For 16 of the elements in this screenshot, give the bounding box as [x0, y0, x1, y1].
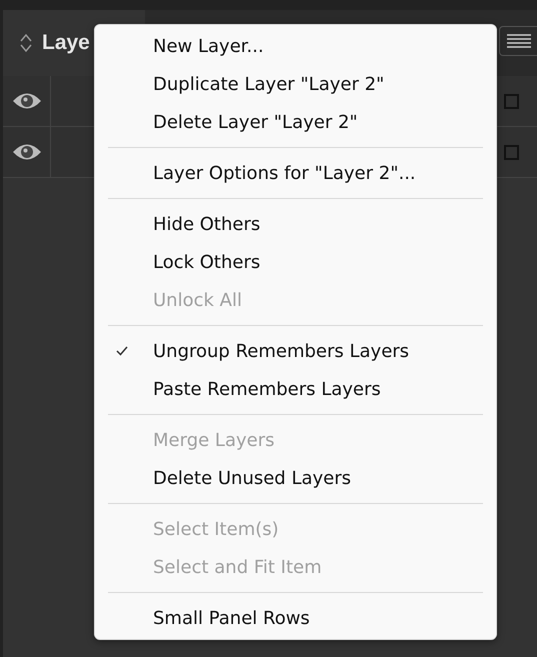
menu-item[interactable]: Paste Remembers Layers: [95, 370, 496, 408]
eye-icon: [12, 143, 42, 161]
menu-item[interactable]: Hide Others: [95, 205, 496, 243]
menu-item[interactable]: Delete Unused Layers: [95, 459, 496, 497]
menu-item[interactable]: Small Panel Rows: [95, 599, 496, 637]
menu-icon[interactable]: [499, 26, 537, 56]
menu-item[interactable]: Ungroup Remembers Layers: [95, 332, 496, 370]
menu-item[interactable]: Delete Layer "Layer 2": [95, 103, 496, 141]
eye-icon: [12, 92, 42, 110]
layer-checkbox[interactable]: [504, 94, 519, 108]
layer-checkbox[interactable]: [504, 144, 519, 160]
check-icon: [116, 346, 128, 356]
menu-item[interactable]: Layer Options for "Layer 2"...: [95, 154, 496, 192]
menu-item[interactable]: Lock Others: [95, 243, 496, 281]
sort-icon: [20, 33, 32, 53]
panel-title: Laye: [42, 31, 90, 55]
